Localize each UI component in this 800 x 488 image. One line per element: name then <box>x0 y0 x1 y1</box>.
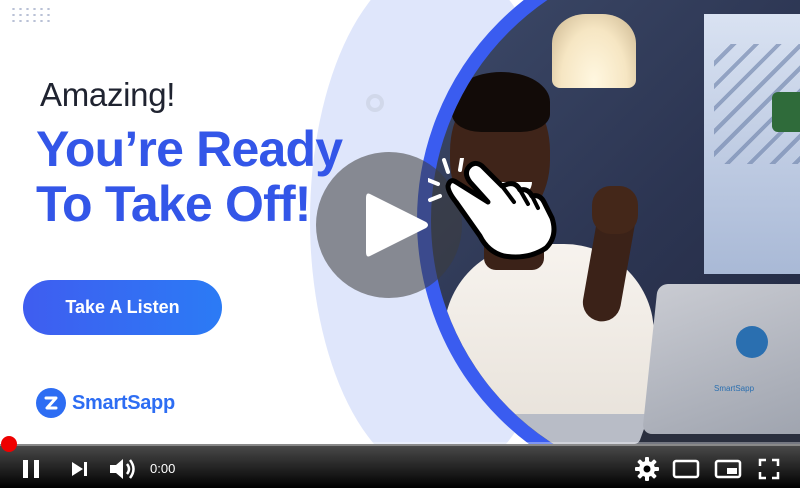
progress-bar[interactable] <box>0 442 800 446</box>
window-blinds <box>704 14 800 274</box>
plant <box>772 92 800 132</box>
person-fist <box>592 186 638 234</box>
play-icon <box>366 193 428 257</box>
miniplayer-icon[interactable] <box>714 459 742 479</box>
progress-scrubber[interactable] <box>1 436 17 452</box>
video-player[interactable]: Amazing! You’re Ready To Take Off! Take … <box>0 0 800 488</box>
person-hair <box>452 72 550 132</box>
settings-gear-icon[interactable] <box>634 456 660 482</box>
headline: You’re Ready To Take Off! <box>36 121 343 232</box>
brand-name: SmartSapp <box>72 391 175 414</box>
headline-line-2: To Take Off! <box>36 176 311 232</box>
smartsapp-logo-icon <box>36 388 66 418</box>
pause-icon[interactable] <box>20 458 42 480</box>
volume-icon[interactable] <box>108 457 136 481</box>
fullscreen-icon[interactable] <box>758 458 780 480</box>
laptop <box>642 284 800 434</box>
dot-pattern <box>10 6 54 24</box>
take-a-listen-button: Take A Listen <box>23 280 222 335</box>
theater-mode-icon[interactable] <box>672 459 700 479</box>
eyebrow-text: Amazing! <box>40 76 176 113</box>
decorative-ring <box>366 94 384 112</box>
laptop-logo-icon <box>736 326 768 358</box>
keyboard <box>498 414 650 444</box>
current-time: 0:00 <box>150 461 176 476</box>
laptop-brand-text: SmartSapp <box>714 384 755 393</box>
pendant-lamp <box>552 14 636 88</box>
brand-logo: SmartSapp <box>36 388 175 418</box>
headline-line-1: You’re Ready <box>36 121 343 177</box>
next-icon[interactable] <box>70 460 90 478</box>
pointer-hand-icon <box>428 158 557 260</box>
video-thumbnail[interactable]: Amazing! You’re Ready To Take Off! Take … <box>0 0 800 444</box>
